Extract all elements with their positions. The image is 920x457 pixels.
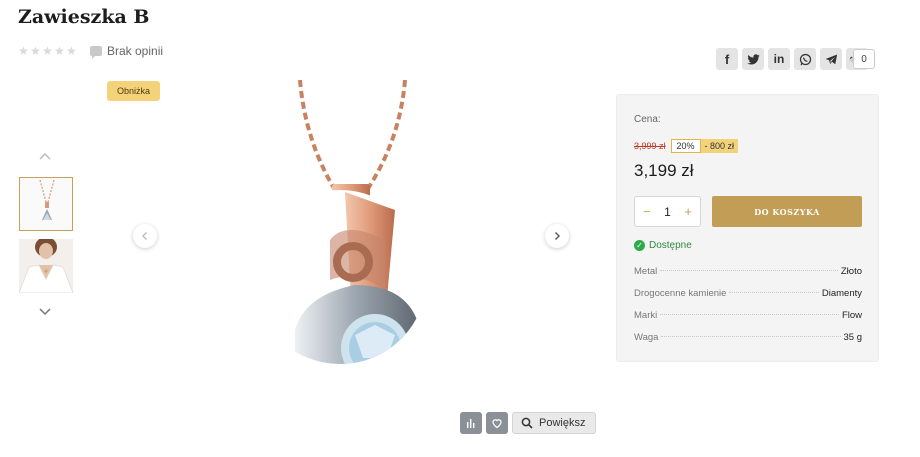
- linkedin-icon[interactable]: in: [768, 48, 790, 70]
- zoom-button[interactable]: Powiększ: [512, 412, 597, 434]
- compare-button[interactable]: [460, 412, 482, 434]
- price-label: Cena:: [634, 114, 661, 125]
- facebook-icon[interactable]: f: [716, 48, 738, 70]
- search-icon: [521, 417, 533, 429]
- stock-label: Dostępne: [649, 240, 692, 251]
- star-icon: ★: [42, 44, 53, 58]
- increase-button[interactable]: +: [684, 204, 692, 219]
- chevron-down-icon[interactable]: [38, 304, 52, 318]
- star-icon: ★: [66, 44, 77, 58]
- share-bar: f in •••: [716, 48, 868, 70]
- rating[interactable]: ★ ★ ★ ★ ★ Brak opinii: [18, 44, 164, 59]
- model-thumbnail[interactable]: [19, 239, 73, 293]
- spec-name: Marki: [634, 310, 658, 321]
- check-icon: ✓: [634, 240, 645, 251]
- image-tools: Powiększ: [460, 412, 597, 434]
- spec-leader: [729, 292, 819, 293]
- spec-row: Drogocenne kamienie Diamenty: [634, 288, 862, 310]
- stock-status: ✓ Dostępne: [634, 240, 692, 251]
- spec-row: Metal Złoto: [634, 266, 862, 288]
- spec-leader: [661, 336, 841, 337]
- spec-name: Waga: [634, 332, 659, 343]
- zoom-label: Powiększ: [539, 417, 586, 429]
- chevron-up-icon[interactable]: [38, 150, 52, 164]
- discount-percent: 20%: [670, 139, 701, 153]
- spec-value[interactable]: Diamenty: [822, 288, 862, 299]
- share-count: 0: [849, 49, 875, 69]
- quantity-stepper[interactable]: − 1 +: [634, 196, 701, 227]
- specs-list: Metal Złoto Drogocenne kamienie Diamenty…: [634, 266, 862, 354]
- spec-name: Drogocenne kamienie: [634, 288, 727, 299]
- star-icon: ★: [54, 44, 65, 58]
- comment-icon: [90, 46, 102, 59]
- discount-row: 3,999 zł 20% - 800 zł: [634, 139, 739, 153]
- sale-badge: Obniżka: [107, 81, 160, 101]
- gallery-next-button[interactable]: [545, 224, 569, 248]
- bar-chart-icon: [467, 419, 475, 428]
- star-icon: ★: [18, 44, 29, 58]
- heart-icon: [492, 419, 502, 429]
- chevron-right-icon: [555, 232, 560, 240]
- add-to-cart-button[interactable]: DO KOSZYKA: [712, 196, 862, 227]
- wishlist-button[interactable]: [486, 412, 508, 434]
- current-price: 3,199 zł: [634, 161, 694, 180]
- pendant-thumbnail[interactable]: [19, 177, 73, 231]
- reviews-label: Brak opinii: [107, 44, 164, 58]
- spec-value[interactable]: Złoto: [841, 266, 862, 277]
- buy-box: Cena: 3,999 zł 20% - 800 zł 3,199 zł − 1…: [616, 94, 879, 362]
- chevron-left-icon: [142, 232, 147, 240]
- spec-value[interactable]: Flow: [842, 310, 862, 321]
- star-icon: ★: [30, 44, 41, 58]
- reviews-link[interactable]: Brak opinii: [90, 44, 164, 59]
- telegram-icon[interactable]: [820, 48, 842, 70]
- discount-amount: - 800 zł: [700, 139, 739, 153]
- spec-name: Metal: [634, 266, 658, 277]
- spec-row: Waga 35 g: [634, 332, 862, 354]
- old-price: 3,999 zł: [634, 141, 666, 151]
- twitter-icon[interactable]: [742, 48, 764, 70]
- decrease-button[interactable]: −: [643, 204, 651, 219]
- spec-leader: [660, 270, 838, 271]
- spec-row: Marki Flow: [634, 310, 862, 332]
- main-product-image[interactable]: [235, 80, 445, 370]
- spec-value: 35 g: [843, 332, 863, 343]
- product-title: Zawieszka B: [18, 6, 150, 28]
- gallery-prev-button[interactable]: [133, 224, 157, 248]
- quantity-value[interactable]: 1: [664, 205, 671, 219]
- spec-leader: [660, 314, 839, 315]
- whatsapp-icon[interactable]: [794, 48, 816, 70]
